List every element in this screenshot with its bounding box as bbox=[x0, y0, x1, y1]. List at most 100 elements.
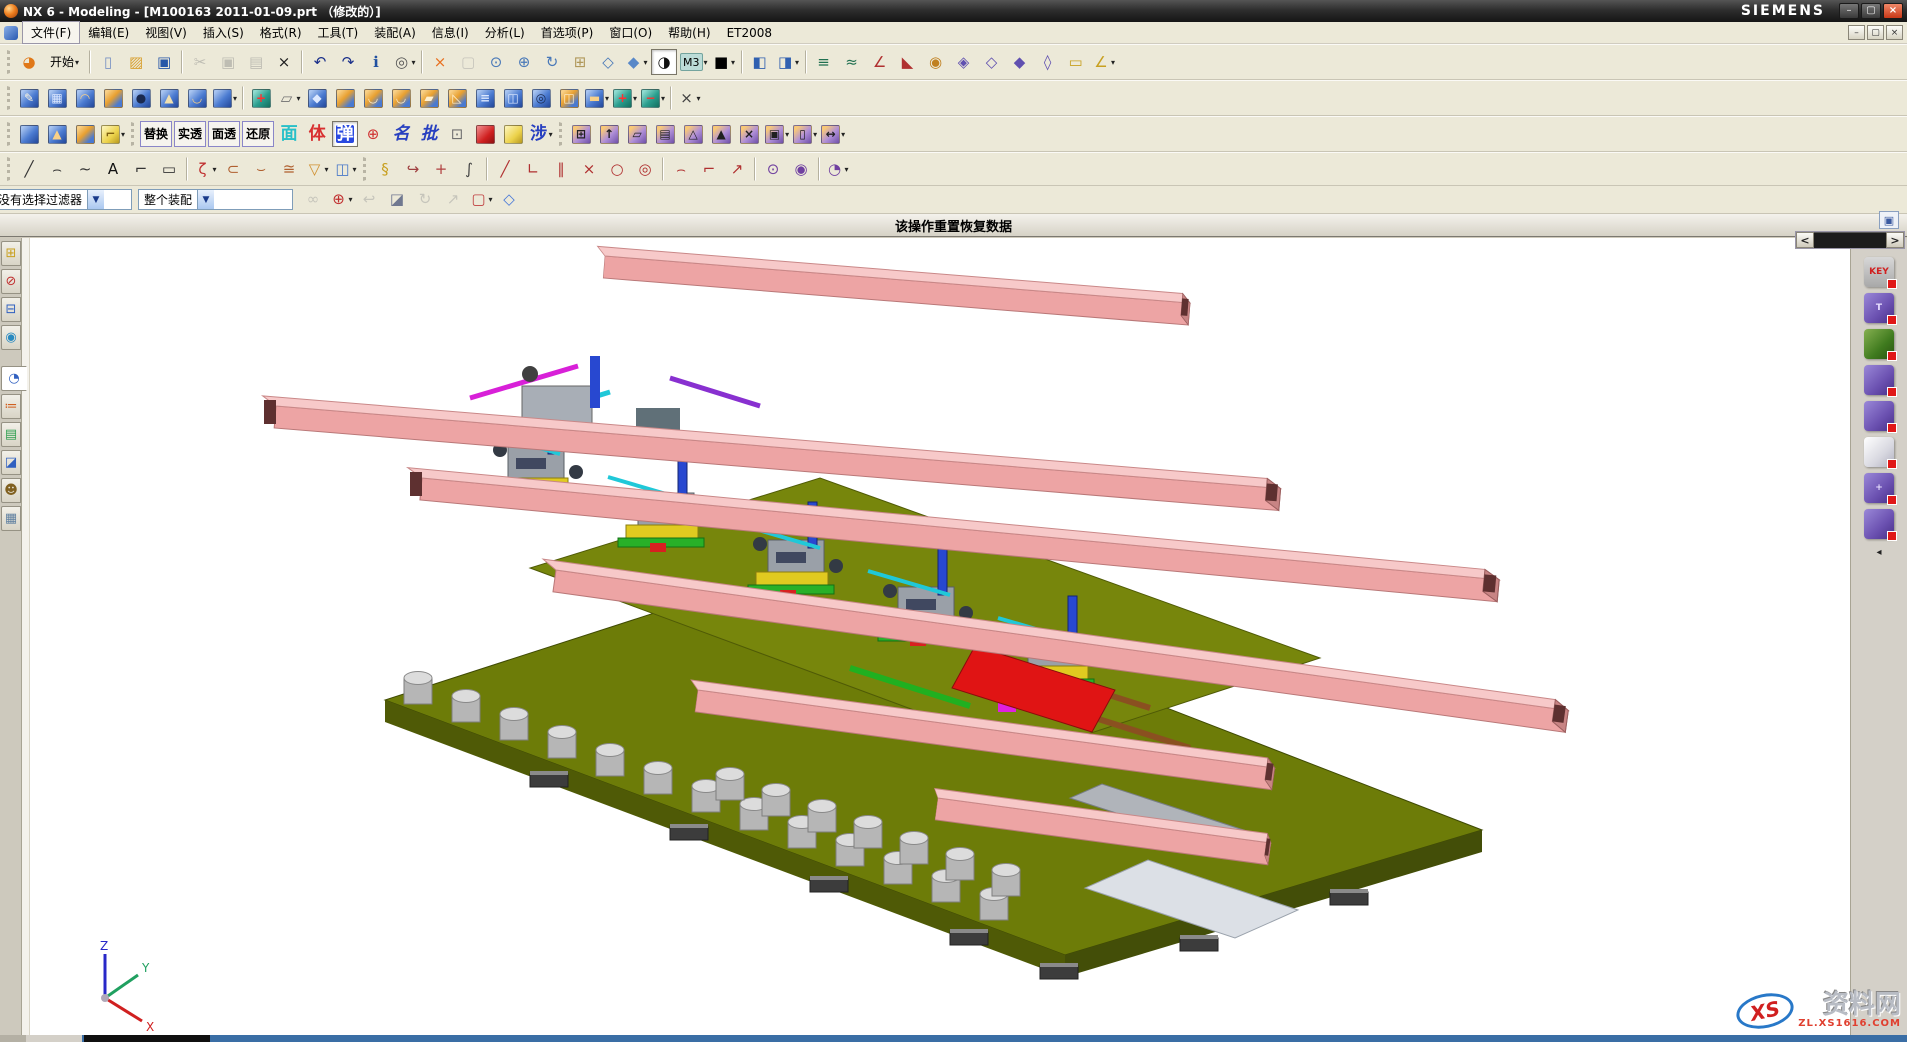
assembly-constraint-1-button[interactable]: ◈ ▾ bbox=[951, 49, 977, 75]
menu-item[interactable]: 分析(L) bbox=[477, 22, 533, 43]
redo-button[interactable]: ↷ ▾ bbox=[335, 49, 361, 75]
toolbar-grip[interactable]: ▾ bbox=[363, 157, 367, 181]
replace-reference-button[interactable]: 替换 ▾ bbox=[140, 121, 172, 147]
pad-plate-template-button[interactable] bbox=[1864, 401, 1894, 431]
point-constraint-button[interactable]: ∟ ▾ bbox=[520, 156, 546, 182]
move-dimension-button[interactable]: ↔ ▾ bbox=[820, 121, 846, 147]
assembly-constraint-4-button[interactable]: ◊ ▾ bbox=[1035, 49, 1061, 75]
open-file-button[interactable]: ▨ ▾ bbox=[123, 49, 149, 75]
replace-component-button[interactable]: ▣ ▾ bbox=[764, 121, 790, 147]
edit-feature-dimension-button[interactable]: × ▾ bbox=[676, 85, 702, 111]
split-body-button[interactable]: ◫ ▾ bbox=[500, 85, 526, 111]
spline-button[interactable]: ∼ ▾ bbox=[72, 156, 98, 182]
undo-button[interactable]: ↶ ▾ bbox=[307, 49, 333, 75]
graphics-viewport[interactable]: Z Y X bbox=[30, 238, 1850, 1035]
profile-button[interactable]: ⌐ ▾ bbox=[128, 156, 154, 182]
history-icon[interactable]: ◔ bbox=[1, 366, 27, 391]
center-target-button[interactable]: ⊕ ▾ bbox=[360, 121, 386, 147]
marquee-select-button[interactable]: ▢ ▾ bbox=[468, 187, 494, 213]
scroll-left-button[interactable]: < bbox=[1796, 232, 1814, 248]
toolbar-grip[interactable]: ▾ bbox=[131, 122, 135, 146]
bushing-template-button[interactable] bbox=[1864, 509, 1894, 539]
scroll-track[interactable] bbox=[1814, 232, 1886, 248]
face-select-button[interactable]: 面 ▾ bbox=[276, 121, 302, 147]
menu-item[interactable]: 文件(F) bbox=[22, 21, 80, 44]
fit-view-button[interactable]: × ▾ bbox=[427, 49, 453, 75]
restore-button[interactable]: ▢ bbox=[1861, 3, 1881, 19]
line-button[interactable]: ╱ ▾ bbox=[16, 156, 42, 182]
offset-curve-button[interactable]: ⊂ ▾ bbox=[220, 156, 246, 182]
undo-selection-button[interactable]: ↩ ▾ bbox=[356, 187, 382, 213]
solid-transparency-button[interactable]: 实透 ▾ bbox=[174, 121, 206, 147]
pilot-pin-template-button[interactable]: + bbox=[1864, 473, 1894, 503]
child-close-button[interactable]: × bbox=[1886, 25, 1903, 40]
render-style-button[interactable]: ◑ ▾ bbox=[651, 49, 677, 75]
reuse-library-icon[interactable]: ◉ bbox=[1, 325, 21, 350]
user-groups-icon[interactable]: ☻ bbox=[1, 478, 21, 503]
delete-component-button[interactable]: × ▾ bbox=[736, 121, 762, 147]
chevron-down-icon[interactable]: ▼ bbox=[197, 190, 214, 209]
separator[interactable]: ▾ bbox=[662, 157, 664, 181]
separator[interactable]: ▾ bbox=[805, 50, 807, 74]
open-solid-button[interactable]: ◇ ▾ bbox=[496, 187, 522, 213]
rotate-selection-button[interactable]: ↻ ▾ bbox=[412, 187, 438, 213]
extrude-button[interactable]: ◆ ▾ bbox=[304, 85, 330, 111]
sketch-button[interactable]: ✎ ▾ bbox=[16, 85, 42, 111]
sheet-body-button[interactable]: ▰ ▾ bbox=[416, 85, 442, 111]
separator[interactable]: ▾ bbox=[421, 50, 423, 74]
simplify-curve-button[interactable]: ≅ ▾ bbox=[276, 156, 302, 182]
pan-button[interactable]: ⊞ ▾ bbox=[567, 49, 593, 75]
corner-rect-button[interactable]: ⌐ ▾ bbox=[696, 156, 722, 182]
retainer-template-button[interactable] bbox=[1864, 365, 1894, 395]
sketch-line-button[interactable]: ╱ ▾ bbox=[492, 156, 518, 182]
layer-settings-button[interactable]: ≡ ▾ bbox=[811, 49, 837, 75]
cylinder-check-button[interactable]: ▲ ▾ bbox=[708, 121, 734, 147]
zoom-button[interactable]: ⊙ ▾ bbox=[483, 49, 509, 75]
close-button[interactable]: × bbox=[1883, 3, 1903, 19]
menu-item[interactable]: 插入(S) bbox=[195, 22, 252, 43]
face-transparency-button[interactable]: 面透 ▾ bbox=[208, 121, 240, 147]
punch-template-button[interactable] bbox=[1864, 437, 1894, 467]
separator[interactable]: ▾ bbox=[670, 86, 672, 110]
blend-1-button[interactable]: ◡ ▾ bbox=[360, 85, 386, 111]
blend-2-button[interactable]: ◡ ▾ bbox=[388, 85, 414, 111]
pocket-button[interactable]: ◡ ▾ bbox=[184, 85, 210, 111]
menu-item[interactable]: 工具(T) bbox=[310, 22, 367, 43]
chevron-down-icon[interactable]: ▼ bbox=[87, 190, 104, 209]
menu-item[interactable]: 视图(V) bbox=[137, 22, 195, 43]
scroll-right-button[interactable]: > bbox=[1886, 232, 1904, 248]
layer-category-button[interactable]: ≈ ▾ bbox=[839, 49, 865, 75]
visualization-gallery-icon[interactable]: ▦ bbox=[1, 506, 21, 531]
separator[interactable]: ▾ bbox=[89, 50, 91, 74]
red-solid-button[interactable]: ▾ bbox=[472, 121, 498, 147]
assembly-constraint-2-button[interactable]: ◇ ▾ bbox=[979, 49, 1005, 75]
trim-curve-button[interactable]: + ▾ bbox=[428, 156, 454, 182]
nx-swoosh-icon[interactable]: ◕ ▾ bbox=[16, 49, 42, 75]
name-label-button[interactable]: 名 ▾ bbox=[388, 121, 414, 147]
menu-item[interactable]: 装配(A) bbox=[366, 22, 424, 43]
swept-button[interactable]: ▾ bbox=[100, 85, 126, 111]
tube-button[interactable]: ◎ ▾ bbox=[528, 85, 554, 111]
revolve-button[interactable]: ◠ ▾ bbox=[72, 85, 98, 111]
perpendicular-constraint-button[interactable]: × ▾ bbox=[576, 156, 602, 182]
restore-display-button[interactable]: 还原 ▾ bbox=[242, 121, 274, 147]
studio-spline-button[interactable]: ζ ▾ bbox=[192, 156, 218, 182]
pattern-component-button[interactable]: ▯ ▾ bbox=[792, 121, 818, 147]
combine-button[interactable]: ◫ ▾ bbox=[556, 85, 582, 111]
shaded-view-button[interactable]: ◆ ▾ bbox=[623, 49, 649, 75]
spring-tool-button[interactable]: 弹 ▾ bbox=[332, 121, 358, 147]
child-restore-button[interactable]: ▢ bbox=[1867, 25, 1884, 40]
toolbar-grip[interactable] bbox=[7, 157, 11, 181]
selection-filter-dropdown[interactable]: 没有选择过滤器 ▼ bbox=[0, 189, 132, 210]
perspective-button[interactable]: ◇ ▾ bbox=[595, 49, 621, 75]
copy-button[interactable]: ▣ ▾ bbox=[215, 49, 241, 75]
part-navigator-icon[interactable]: ⊟ bbox=[1, 297, 21, 322]
toolbar-grip[interactable]: ▾ bbox=[559, 122, 563, 146]
circle-dashed-button[interactable]: ○ ▾ bbox=[604, 156, 630, 182]
separator[interactable]: ▾ bbox=[486, 157, 488, 181]
circle-center-button[interactable]: ⊙ ▾ bbox=[760, 156, 786, 182]
menu-item[interactable]: 格式(R) bbox=[252, 22, 310, 43]
feature-edit-1-button[interactable]: ▾ bbox=[16, 121, 42, 147]
zoom-box-button[interactable]: ▢ ▾ bbox=[455, 49, 481, 75]
paste-component-button[interactable]: ▤ ▾ bbox=[652, 121, 678, 147]
